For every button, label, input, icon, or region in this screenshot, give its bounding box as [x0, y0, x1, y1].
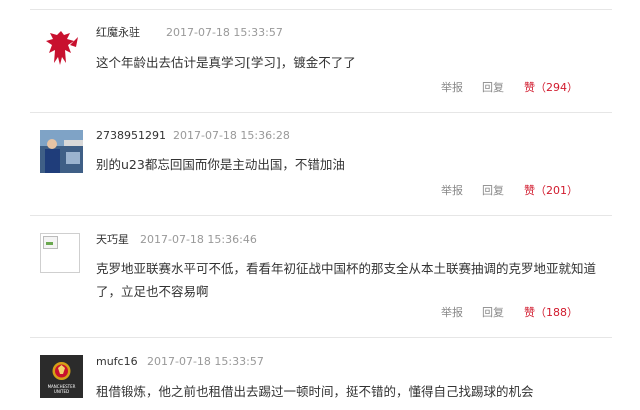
broken-image-icon: [43, 236, 58, 249]
reply-button[interactable]: 回复: [482, 81, 504, 95]
comment-username[interactable]: 红魔永驻: [96, 26, 140, 40]
reply-button[interactable]: 回复: [482, 306, 504, 320]
crest-wordmark: MANCHESTER UNITED: [47, 384, 76, 394]
like-button[interactable]: 赞（201）: [524, 184, 578, 198]
divider: [30, 337, 612, 338]
comment-timestamp: 2017-07-18 15:33:57: [166, 26, 283, 39]
divider: [30, 112, 612, 113]
report-button[interactable]: 举报: [441, 306, 463, 320]
comment-username[interactable]: mufc16: [96, 355, 138, 369]
player-photo-icon: [40, 130, 83, 173]
comment-text: 克罗地亚联赛水平可不低，看看年初征战中国杯的那支全从本土联赛抽调的克罗地亚就知道…: [96, 261, 597, 299]
report-button[interactable]: 举报: [441, 81, 463, 95]
avatar[interactable]: [40, 27, 83, 70]
divider: [30, 215, 612, 216]
comment-timestamp: 2017-07-18 15:36:46: [140, 233, 257, 246]
reply-button[interactable]: 回复: [482, 184, 504, 198]
avatar[interactable]: MANCHESTER UNITED: [40, 355, 83, 398]
red-devil-icon: [46, 31, 78, 65]
comment-timestamp: 2017-07-18 15:33:57: [147, 355, 264, 368]
comment-text: 这个年龄出去估计是真学习[学习]，镀金不了了: [96, 55, 356, 70]
like-button[interactable]: 赞（188）: [524, 306, 578, 320]
report-button[interactable]: 举报: [441, 184, 463, 198]
comment-timestamp: 2017-07-18 15:36:28: [173, 129, 290, 142]
comment-username[interactable]: 天巧星: [96, 233, 129, 247]
comment-username[interactable]: 2738951291: [96, 129, 166, 143]
avatar[interactable]: [40, 130, 83, 173]
comment-text: 别的u23都忘回国而你是主动出国，不错加油: [96, 157, 345, 172]
divider: [30, 9, 612, 10]
avatar[interactable]: [40, 233, 80, 273]
like-button[interactable]: 赞（294）: [524, 81, 578, 95]
comment-text: 租借锻炼，他之前也租借出去踢过一顿时间，挺不错的，懂得自己找踢球的机会: [96, 384, 534, 399]
